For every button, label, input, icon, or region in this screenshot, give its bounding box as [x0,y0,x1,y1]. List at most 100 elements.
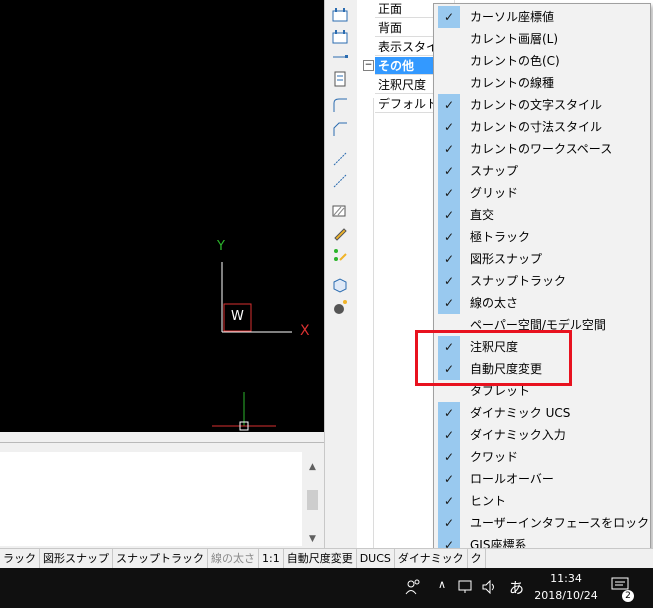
scroll-thumb[interactable] [307,490,318,510]
menu-item-label: 直交 [470,208,495,222]
checkmark-icon: ✓ [438,138,460,160]
menu-item-label: カレントの線種 [470,76,555,90]
menu-item-label: グリッド [470,186,519,200]
status-snap-track[interactable]: スナップトラック [113,549,208,568]
checkmark-icon: ✓ [438,160,460,182]
chamfer-icon[interactable] [331,120,349,138]
status-annotation-scale[interactable]: 1:1 [259,549,284,568]
menu-item[interactable]: ✓ ロールオーバー [438,468,646,490]
front-view-icon[interactable] [331,6,349,24]
menu-item-label: カーソル座標値 [470,10,555,24]
status-auto-scale[interactable]: 自動尺度変更 [284,549,357,568]
checkmark-icon: ✓ [438,402,460,424]
menu-item-label: スナップトラック [470,274,567,288]
menu-item[interactable]: ✓ スナップトラック [438,270,646,292]
show-hidden-icons-chevron-icon[interactable]: ∧ [438,578,446,591]
status-lineweight[interactable]: 線の太さ [208,549,259,568]
status-dynamic-input[interactable]: ダイナミック [395,549,468,568]
edit-attributes-icon[interactable] [331,246,349,264]
menu-item-label: ダイナミック入力 [470,428,566,442]
menu-item[interactable]: ✓ ダイナミック UCS [438,402,646,424]
ucs-y-label: Y [217,239,225,254]
menu-item[interactable]: ✓ クワッド [438,446,646,468]
ucs-x-label: X [300,323,310,339]
menu-item[interactable]: ペーパー空間/モデル空間 [438,314,646,336]
checkmark-icon: ✓ [438,468,460,490]
collapse-toggle-icon[interactable]: − [363,60,374,71]
menu-item[interactable]: ✓ グリッド [438,182,646,204]
menu-item[interactable]: カレント画層(L) [438,28,646,50]
scroll-down-icon[interactable]: ▼ [304,532,321,546]
menu-item[interactable]: ✓ カーソル座標値 [438,6,646,28]
menu-item[interactable]: ✓ ヒント [438,490,646,512]
menu-item-label: カレントの色(C) [470,54,560,68]
menu-item-label: 線の太さ [470,296,519,310]
menu-item-label: カレントのワークスペース [470,142,613,156]
menu-item[interactable]: ✓ 直交 [438,204,646,226]
menu-item[interactable]: ✓ 線の太さ [438,292,646,314]
menu-item[interactable]: ✓ 注釈尺度 [438,336,646,358]
command-scrollbar[interactable]: ▲ ▼ [304,460,321,546]
status-bar-customize-menu: ✓ カーソル座標値カレント画層(L) カレントの色(C) カレントの線種 ✓ カレントの文… [433,3,651,566]
status-polar-track[interactable]: ラック [0,549,40,568]
checkmark-icon: ✓ [438,358,460,380]
vertical-toolbar [324,0,358,548]
back-view-icon[interactable] [331,28,349,46]
dimension-aligned-icon[interactable] [331,150,349,168]
checkmark-icon: ✓ [438,226,460,248]
status-bar: ラック 図形スナップ スナップトラック 線の太さ 1:1 自動尺度変更 DUCS ダイナミック… [0,548,653,568]
line-icon[interactable] [331,48,349,66]
menu-item[interactable]: ✓ スナップ [438,160,646,182]
checkmark-icon: ✓ [438,94,460,116]
checkmark-icon: ✓ [438,270,460,292]
fillet-icon[interactable] [331,96,349,114]
menu-item[interactable]: ✓ ユーザーインタフェースをロック [438,512,650,534]
menu-item[interactable]: ✓ ダイナミック入力 [438,424,646,446]
menu-item[interactable]: ✓ 自動尺度変更 [438,358,646,380]
notification-count-badge: 2 [622,590,634,602]
menu-item[interactable]: カレントの線種 [438,72,646,94]
3d-box-icon[interactable] [331,276,349,294]
clock-date[interactable]: 2018/10/24 [530,589,602,602]
checkmark-icon: ✓ [438,116,460,138]
status-dynamic-ucs[interactable]: DUCS [357,549,395,568]
menu-item[interactable]: ✓ 極トラック [438,226,646,248]
volume-icon[interactable] [482,580,498,594]
menu-item[interactable]: ✓ カレントの寸法スタイル [438,116,646,138]
menu-item-label: スナップ [470,164,519,178]
menu-item[interactable]: ✓ カレントのワークスペース [438,138,646,160]
people-icon[interactable] [404,578,422,596]
checkmark-icon: ✓ [438,6,460,28]
drawing-canvas[interactable]: Y X W [0,0,324,432]
ime-mode-indicator[interactable]: あ [509,577,524,598]
menu-item-label: ユーザーインタフェースをロック [470,516,650,530]
menu-item-label: 自動尺度変更 [470,362,543,376]
command-divider [0,442,324,443]
menu-item[interactable]: ✓ 図形スナップ [438,248,646,270]
status-object-snap[interactable]: 図形スナップ [40,549,113,568]
document-icon[interactable] [331,70,349,88]
menu-item-label: ダイナミック UCS [470,406,571,420]
menu-item-label: 注釈尺度 [470,340,519,354]
command-history[interactable] [0,452,302,546]
checkmark-icon: ✓ [438,292,460,314]
clock-time[interactable]: 11:34 [530,572,602,585]
menu-item-label: ロールオーバー [470,472,554,486]
network-icon[interactable] [458,580,474,594]
edit-pencil-icon[interactable] [331,224,349,242]
hatch-icon[interactable] [331,202,349,220]
menu-item[interactable]: カレントの色(C) [438,50,646,72]
dimension-linear-icon[interactable] [331,172,349,190]
menu-item-label: ペーパー空間/モデル空間 [470,318,606,332]
properties-divider [373,98,374,548]
menu-item[interactable]: タブレット [438,380,646,402]
command-panel [0,432,324,548]
checkmark-icon: ✓ [438,336,460,358]
render-sphere-icon[interactable] [331,298,349,316]
menu-item[interactable]: ✓ カレントの文字スタイル [438,94,646,116]
status-quad[interactable]: ク [468,549,486,568]
scroll-up-icon[interactable]: ▲ [304,460,321,474]
checkmark-icon: ✓ [438,204,460,226]
menu-item-label: タブレット [470,384,531,398]
checkmark-icon: ✓ [438,248,460,270]
